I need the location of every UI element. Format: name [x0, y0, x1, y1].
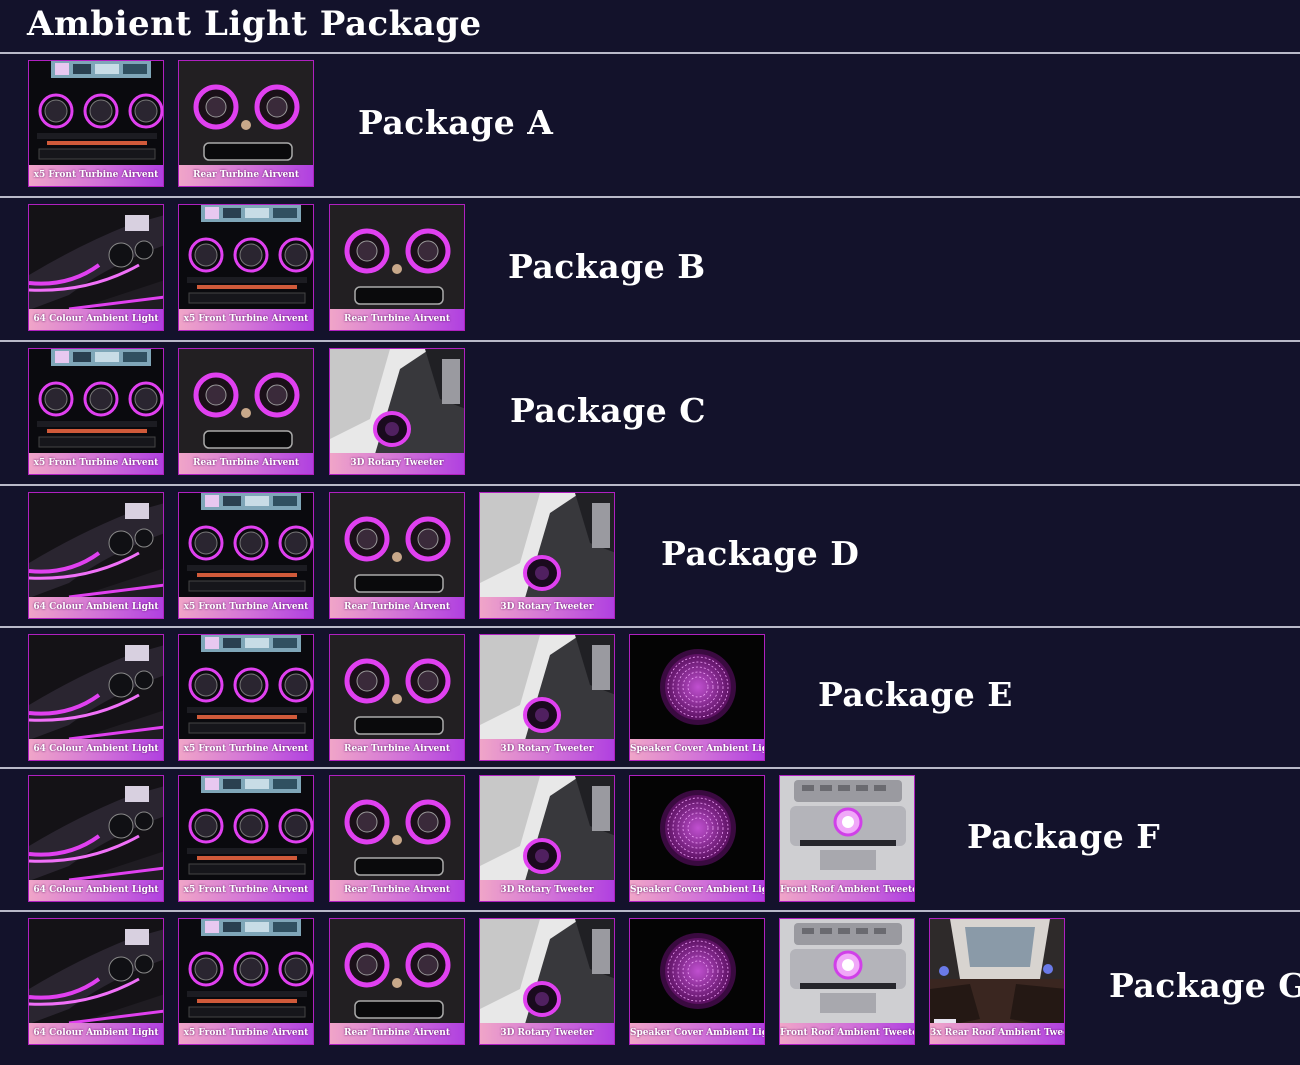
package-row: 64 Colour Ambient Light x5 Front Turbine…: [0, 627, 1300, 767]
product-tile[interactable]: 3D Rotary Tweeter: [479, 634, 615, 761]
product-caption: 3D Rotary Tweeter: [480, 1023, 614, 1044]
package-row: x5 Front Turbine Airvent Rear Turbine Ai…: [0, 341, 1300, 484]
package-row: x5 Front Turbine Airvent Rear Turbine Ai…: [0, 53, 1300, 196]
package-label: Package C: [510, 390, 706, 430]
package-label: Package F: [967, 817, 1161, 856]
product-tile[interactable]: x5 Front Turbine Airvent: [28, 60, 164, 187]
row-divider: [0, 626, 1300, 628]
product-tile[interactable]: x5 Front Turbine Airvent: [178, 634, 314, 761]
product-caption: 64 Colour Ambient Light: [29, 880, 163, 901]
product-tile[interactable]: 64 Colour Ambient Light: [28, 204, 164, 331]
product-caption: 3D Rotary Tweeter: [480, 880, 614, 901]
page: Ambient Light Package x5 Front Turbine A…: [0, 0, 1300, 1065]
product-tile[interactable]: Front Roof Ambient Tweeter: [779, 775, 915, 902]
product-caption: 3x Rear Roof Ambient Tweeter: [930, 1023, 1064, 1044]
product-tile[interactable]: 3D Rotary Tweeter: [479, 918, 615, 1045]
package-row: 64 Colour Ambient Light x5 Front Turbine…: [0, 485, 1300, 626]
product-caption: x5 Front Turbine Airvent: [179, 309, 313, 330]
product-tile[interactable]: 3D Rotary Tweeter: [329, 348, 465, 475]
package-label: Package G: [1109, 966, 1300, 1005]
product-tile[interactable]: 3D Rotary Tweeter: [479, 492, 615, 619]
row-divider: [0, 767, 1300, 769]
product-tile[interactable]: Rear Turbine Airvent: [329, 204, 465, 331]
product-caption: Rear Turbine Airvent: [330, 880, 464, 901]
product-tile[interactable]: Rear Turbine Airvent: [329, 492, 465, 619]
row-divider: [0, 484, 1300, 486]
product-tile[interactable]: Speaker Cover Ambient Light: [629, 634, 765, 761]
product-caption: x5 Front Turbine Airvent: [179, 597, 313, 618]
product-tile[interactable]: 64 Colour Ambient Light: [28, 634, 164, 761]
product-tile[interactable]: 3D Rotary Tweeter: [479, 775, 615, 902]
product-caption: Speaker Cover Ambient Light: [630, 739, 764, 760]
row-divider: [0, 910, 1300, 912]
product-tile[interactable]: Rear Turbine Airvent: [329, 918, 465, 1045]
product-tile[interactable]: Speaker Cover Ambient Light: [629, 775, 765, 902]
product-tile[interactable]: Rear Turbine Airvent: [178, 60, 314, 187]
package-row: 64 Colour Ambient Light x5 Front Turbine…: [0, 197, 1300, 340]
product-caption: Front Roof Ambient Tweeter: [780, 880, 914, 901]
product-caption: x5 Front Turbine Airvent: [179, 739, 313, 760]
package-label: Package A: [358, 102, 554, 142]
page-title: Ambient Light Package: [27, 4, 482, 44]
product-tile[interactable]: Rear Turbine Airvent: [178, 348, 314, 475]
product-tile[interactable]: 3x Rear Roof Ambient Tweeter: [929, 918, 1065, 1045]
product-caption: 64 Colour Ambient Light: [29, 309, 163, 330]
product-caption: Rear Turbine Airvent: [330, 739, 464, 760]
product-caption: 3D Rotary Tweeter: [480, 739, 614, 760]
product-caption: Front Roof Ambient Tweeter: [780, 1023, 914, 1044]
product-caption: Rear Turbine Airvent: [179, 453, 313, 474]
product-caption: 64 Colour Ambient Light: [29, 739, 163, 760]
package-label: Package B: [508, 246, 706, 286]
package-label: Package E: [818, 675, 1013, 714]
product-tile[interactable]: x5 Front Turbine Airvent: [178, 492, 314, 619]
package-row: 64 Colour Ambient Light x5 Front Turbine…: [0, 911, 1300, 1065]
product-caption: Rear Turbine Airvent: [330, 597, 464, 618]
product-caption: 3D Rotary Tweeter: [480, 597, 614, 618]
product-caption: 64 Colour Ambient Light: [29, 1023, 163, 1044]
product-caption: 64 Colour Ambient Light: [29, 597, 163, 618]
product-tile[interactable]: Rear Turbine Airvent: [329, 775, 465, 902]
product-caption: 3D Rotary Tweeter: [330, 453, 464, 474]
product-caption: x5 Front Turbine Airvent: [29, 165, 163, 186]
product-caption: x5 Front Turbine Airvent: [29, 453, 163, 474]
product-tile[interactable]: 64 Colour Ambient Light: [28, 775, 164, 902]
product-caption: Speaker Cover Ambient Light: [630, 880, 764, 901]
product-tile[interactable]: x5 Front Turbine Airvent: [178, 918, 314, 1045]
package-row: 64 Colour Ambient Light x5 Front Turbine…: [0, 768, 1300, 910]
product-tile[interactable]: 64 Colour Ambient Light: [28, 492, 164, 619]
row-divider: [0, 52, 1300, 54]
product-tile[interactable]: 64 Colour Ambient Light: [28, 918, 164, 1045]
product-tile[interactable]: Rear Turbine Airvent: [329, 634, 465, 761]
product-tile[interactable]: x5 Front Turbine Airvent: [28, 348, 164, 475]
product-caption: Rear Turbine Airvent: [330, 1023, 464, 1044]
product-caption: Speaker Cover Ambient Light: [630, 1023, 764, 1044]
product-tile[interactable]: Front Roof Ambient Tweeter: [779, 918, 915, 1045]
product-caption: x5 Front Turbine Airvent: [179, 1023, 313, 1044]
product-caption: Rear Turbine Airvent: [179, 165, 313, 186]
row-divider: [0, 340, 1300, 342]
product-caption: x5 Front Turbine Airvent: [179, 880, 313, 901]
product-caption: Rear Turbine Airvent: [330, 309, 464, 330]
product-tile[interactable]: x5 Front Turbine Airvent: [178, 204, 314, 331]
row-divider: [0, 196, 1300, 198]
product-tile[interactable]: x5 Front Turbine Airvent: [178, 775, 314, 902]
product-tile[interactable]: Speaker Cover Ambient Light: [629, 918, 765, 1045]
package-label: Package D: [661, 533, 860, 573]
